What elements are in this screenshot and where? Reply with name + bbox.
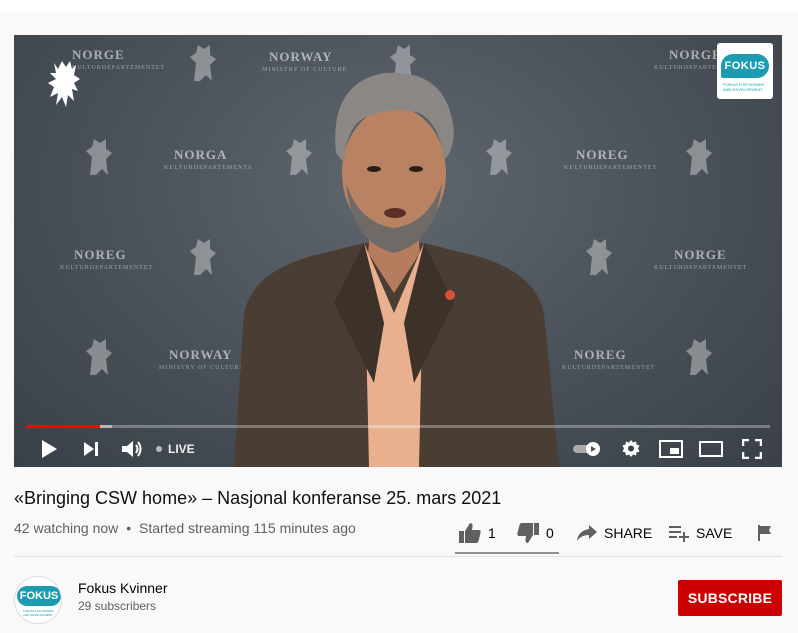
speaker-figure [234, 72, 559, 467]
like-count: 1 [488, 525, 496, 541]
section-divider [14, 556, 782, 557]
watermark-text: NOREG [574, 347, 627, 362]
share-icon [577, 525, 597, 541]
miniplayer-button[interactable] [656, 431, 686, 467]
save-button[interactable]: SAVE [668, 518, 732, 548]
subscriber-count: 29 subscribers [78, 599, 157, 613]
fokus-logo-wordmark: FOKUS [721, 54, 769, 78]
thumbs-down-icon [517, 523, 539, 543]
meta-separator: • [126, 520, 132, 536]
avatar-tagline: FORUM FOR WOMEN AND DEVELOPMENT [23, 609, 54, 617]
lion-watermark-icon [586, 239, 612, 275]
fullscreen-button[interactable] [738, 431, 766, 467]
video-player[interactable]: NORGE KULTURDEPARTEMENTET NORWAY MINISTR… [14, 35, 782, 467]
subscribe-button[interactable]: SUBSCRIBE [678, 580, 782, 616]
watermark-text: NORGE [669, 47, 722, 62]
play-button[interactable] [34, 431, 64, 467]
flag-icon [758, 525, 771, 541]
next-icon [84, 442, 98, 456]
next-button[interactable] [78, 431, 104, 467]
report-button[interactable] [756, 518, 780, 548]
fokus-logo: FOKUS FORUM FOR WOMEN AND DEVELOPMENT [717, 43, 773, 99]
watching-count: 42 watching now [14, 520, 119, 536]
watermark-subtext: KULTURDEPARTEMENTET [562, 365, 656, 371]
stream-started: Started streaming 115 minutes ago [138, 520, 356, 536]
miniplayer-icon [659, 440, 683, 458]
like-ratio-bar [455, 552, 559, 554]
live-dot-icon [156, 446, 162, 452]
theater-mode-icon [699, 441, 723, 457]
watermark-text: NOREG [576, 147, 629, 162]
dislike-button[interactable]: 0 [516, 518, 554, 548]
norwegian-government-logo [48, 61, 80, 107]
mute-button[interactable] [118, 431, 146, 467]
live-indicator[interactable]: LIVE [156, 431, 195, 467]
play-icon [42, 440, 57, 458]
lion-watermark-icon [86, 139, 112, 175]
watermark-subtext: KULTURDEPARTEMENTET [654, 265, 748, 271]
volume-icon [122, 441, 142, 457]
watermark-text: NOREG [74, 247, 127, 262]
lion-watermark-icon [686, 139, 712, 175]
lion-watermark-icon [686, 339, 712, 375]
watermark-text: NORGE [674, 247, 727, 262]
watermark-subtext: KULTURDEPARTEMENTET [60, 265, 154, 271]
video-title: «Bringing CSW home» – Nasjonal konferans… [14, 488, 502, 508]
lion-watermark-icon [86, 339, 112, 375]
player-controls: LIVE [14, 431, 782, 467]
playlist-add-icon [669, 526, 689, 542]
avatar-wordmark: FOKUS [17, 586, 61, 606]
watermark-subtext: KULTURDEPARTEMENTET [564, 165, 658, 171]
thumbs-up-icon [459, 523, 481, 543]
share-button[interactable]: SHARE [576, 518, 652, 548]
fullscreen-icon [742, 439, 762, 459]
theater-mode-button[interactable] [696, 431, 726, 467]
video-meta: 42 watching now • Started streaming 115 … [14, 520, 356, 536]
share-label: SHARE [604, 525, 653, 541]
progress-bar[interactable] [26, 425, 770, 428]
autoplay-toggle[interactable] [570, 431, 604, 467]
top-strip [0, 0, 798, 12]
channel-avatar[interactable]: FOKUS FORUM FOR WOMEN AND DEVELOPMENT [14, 576, 62, 624]
channel-name[interactable]: Fokus Kvinner [78, 580, 167, 596]
progress-played [26, 425, 101, 428]
autoplay-toggle-icon [573, 442, 600, 456]
like-ratio-fill [455, 552, 559, 554]
live-label: LIVE [168, 442, 195, 456]
settings-gear-icon [622, 440, 640, 457]
fokus-logo-tagline: FORUM FOR WOMEN AND DEVELOPMENT [723, 82, 765, 92]
settings-button[interactable] [618, 431, 644, 467]
save-label: SAVE [696, 525, 733, 541]
like-button[interactable]: 1 [458, 518, 496, 548]
dislike-count: 0 [546, 525, 554, 541]
